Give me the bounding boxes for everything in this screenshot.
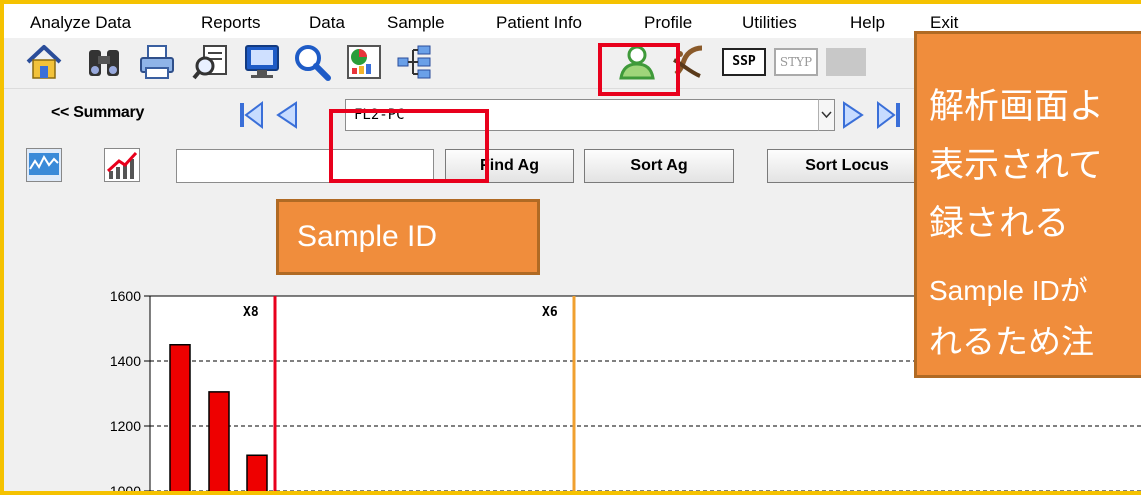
- menu-data[interactable]: Data: [309, 13, 345, 33]
- bar: [208, 391, 230, 491]
- disabled-tool-icon: [826, 48, 866, 76]
- note-line-3: 録される: [929, 204, 1070, 243]
- menu-sample[interactable]: Sample: [387, 13, 445, 33]
- magnifier-icon[interactable]: [292, 42, 332, 82]
- sample-id-callout: Sample ID: [276, 199, 540, 275]
- bar: [169, 344, 191, 491]
- note-line-4: Sample IDが: [929, 275, 1088, 306]
- ssp-label: SSP: [722, 48, 766, 76]
- last-sample-icon[interactable]: [874, 101, 902, 129]
- tree-diagram-icon[interactable]: [394, 42, 434, 82]
- y-tick-label: 1600: [110, 288, 141, 304]
- menu-help[interactable]: Help: [850, 13, 885, 33]
- note-line-2: 表示されて: [929, 146, 1103, 185]
- search-document-icon[interactable]: [192, 42, 232, 82]
- monitor-icon[interactable]: [242, 42, 282, 82]
- sort-locus-button[interactable]: Sort Locus: [767, 149, 927, 183]
- y-tick-label: 1000: [110, 483, 141, 495]
- trend-chart-icon[interactable]: [104, 148, 140, 182]
- note-callout: 解析画面よ 表示されて 録される Sample IDが れるため注: [914, 31, 1141, 378]
- styp-label: STYP: [774, 48, 818, 76]
- note-line-1: 解析画面よ: [929, 87, 1105, 126]
- menu-profile[interactable]: Profile: [644, 13, 692, 33]
- styp-icon[interactable]: STYP: [774, 48, 818, 76]
- wave-chart-icon[interactable]: [26, 148, 62, 182]
- next-sample-icon[interactable]: [840, 101, 868, 129]
- menu-analyze-data[interactable]: Analyze Data: [30, 13, 131, 33]
- menu-patient-info[interactable]: Patient Info: [496, 13, 582, 33]
- first-sample-icon[interactable]: [238, 101, 266, 129]
- marker-label: X8: [243, 305, 259, 320]
- sample-id-highlight: [329, 109, 489, 183]
- menu-utilities[interactable]: Utilities: [742, 13, 797, 33]
- chevron-down-icon[interactable]: [818, 99, 835, 131]
- ssp-icon[interactable]: SSP: [722, 48, 766, 76]
- previous-sample-icon[interactable]: [272, 101, 300, 129]
- menu-exit[interactable]: Exit: [930, 13, 958, 33]
- marker-label: X6: [542, 305, 558, 320]
- home-icon[interactable]: [24, 42, 64, 82]
- report-chart-icon[interactable]: [344, 42, 384, 82]
- patient-info-highlight: [598, 43, 680, 96]
- sort-ag-button[interactable]: Sort Ag: [584, 149, 734, 183]
- note-line-5: れるため注: [929, 323, 1094, 360]
- menu-reports[interactable]: Reports: [201, 13, 261, 33]
- bar: [246, 454, 268, 491]
- printer-icon[interactable]: [137, 42, 177, 82]
- binoculars-icon[interactable]: [84, 42, 124, 82]
- y-tick-label: 1200: [110, 418, 141, 434]
- summary-link[interactable]: << Summary: [51, 104, 144, 122]
- y-tick-label: 1400: [110, 353, 141, 369]
